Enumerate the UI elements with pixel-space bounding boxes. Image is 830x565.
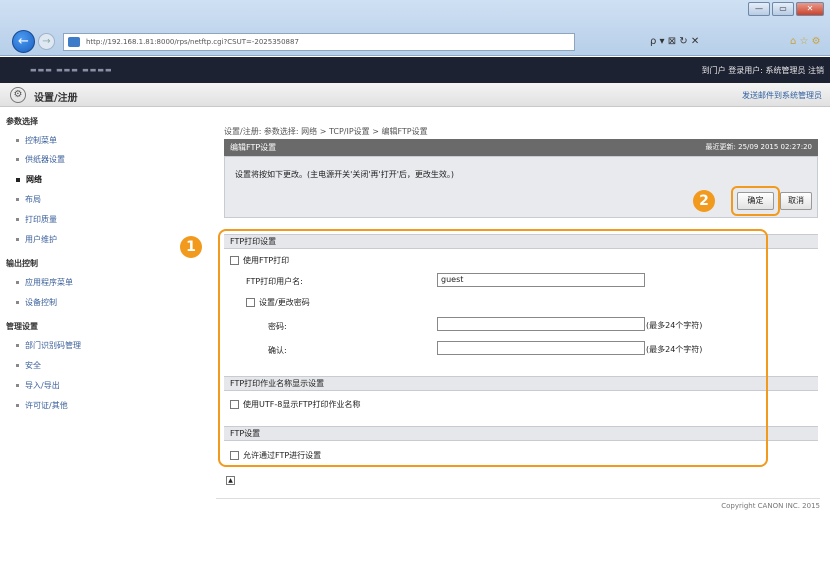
- sidebar-section-output: 输出控制: [6, 259, 38, 268]
- sidebar-item-license[interactable]: 许可证/其他: [16, 400, 68, 411]
- sidebar-item-user-maintenance[interactable]: 用户维护: [16, 234, 57, 245]
- title-bar: ⚙ 设置/注册 发送邮件到系统管理员: [0, 83, 830, 107]
- browser-window: — ▭ ✕ ← → http://192.168.1.81:8000/rps/n…: [0, 0, 830, 522]
- settings-highlight: [218, 229, 768, 467]
- breadcrumb[interactable]: 设置/注册: 参数选择: 网络 > TCP/IP设置 > 编辑FTP设置: [224, 126, 428, 137]
- panel-header: 编辑FTP设置 最近更新: 25/09 2015 02:27:20: [224, 139, 818, 156]
- sidebar-item-security[interactable]: 安全: [16, 360, 41, 371]
- settings-gear-icon: ⚙: [10, 87, 26, 103]
- header-links[interactable]: 到门户 登录用户: 系统管理员 注销: [702, 65, 824, 76]
- product-logo-icon: ▬▬▬ ▬▬▬ ▬▬▬▬: [30, 66, 113, 74]
- sidebar-section-preferences: 参数选择: [6, 117, 38, 126]
- page-top-icon[interactable]: ▲: [226, 476, 235, 485]
- address-text: http://192.168.1.81:8000/rps/netftp.cgi?…: [86, 38, 299, 46]
- sidebar-item-print-quality[interactable]: 打印质量: [16, 214, 57, 225]
- mail-admin-link[interactable]: 发送邮件到系统管理员: [742, 90, 822, 101]
- footer-divider: [216, 498, 820, 499]
- maximize-button[interactable]: ▭: [772, 2, 794, 16]
- last-updated: 最近更新: 25/09 2015 02:27:20: [705, 143, 812, 151]
- notice-text: 设置将按如下更改。(主电源开关'关闭'再'打开'后，更改生效。): [235, 170, 455, 179]
- back-arrow-icon[interactable]: ←: [12, 30, 35, 53]
- sidebar-item-paper-source[interactable]: 供纸器设置: [16, 154, 65, 165]
- home-star-gear-icon[interactable]: ⌂ ☆ ⚙: [790, 33, 826, 51]
- sidebar: 参数选择 控制菜单 供纸器设置 网络 布局 打印质量 用户维护 输出控制 应用程…: [0, 108, 210, 522]
- sidebar-item-layout[interactable]: 布局: [16, 194, 41, 205]
- sidebar-section-management: 管理设置: [6, 322, 38, 331]
- minimize-button[interactable]: —: [748, 2, 770, 16]
- page-title: 设置/注册: [34, 93, 78, 104]
- address-controls[interactable]: ρ ▾ ⊠ ↻ ✕: [650, 33, 770, 51]
- callout-2: 2: [693, 190, 715, 212]
- favicon-icon: [68, 37, 80, 47]
- sidebar-item-app-menu[interactable]: 应用程序菜单: [16, 277, 73, 288]
- address-bar[interactable]: http://192.168.1.81:8000/rps/netftp.cgi?…: [63, 33, 575, 51]
- app-header: ▬▬▬ ▬▬▬ ▬▬▬▬ 到门户 登录用户: 系统管理员 注销: [0, 57, 830, 83]
- sidebar-item-department-id[interactable]: 部门识别码管理: [16, 340, 81, 351]
- sidebar-item-import-export[interactable]: 导入/导出: [16, 380, 60, 391]
- close-window-button[interactable]: ✕: [796, 2, 824, 16]
- callout-1: 1: [180, 236, 202, 258]
- copyright: Copyright CANON INC. 2015: [721, 502, 820, 510]
- cancel-button[interactable]: 取消: [780, 192, 812, 210]
- sidebar-item-device-control[interactable]: 设备控制: [16, 297, 57, 308]
- sidebar-item-control-menu[interactable]: 控制菜单: [16, 135, 57, 146]
- panel-title: 编辑FTP设置: [230, 143, 277, 152]
- browser-chrome: — ▭ ✕ ← → http://192.168.1.81:8000/rps/n…: [0, 0, 830, 56]
- sidebar-item-network[interactable]: 网络: [16, 174, 42, 185]
- ok-highlight: [731, 186, 780, 216]
- forward-arrow-icon[interactable]: →: [38, 33, 55, 50]
- panel-body: 设置将按如下更改。(主电源开关'关闭'再'打开'后，更改生效。): [224, 156, 818, 218]
